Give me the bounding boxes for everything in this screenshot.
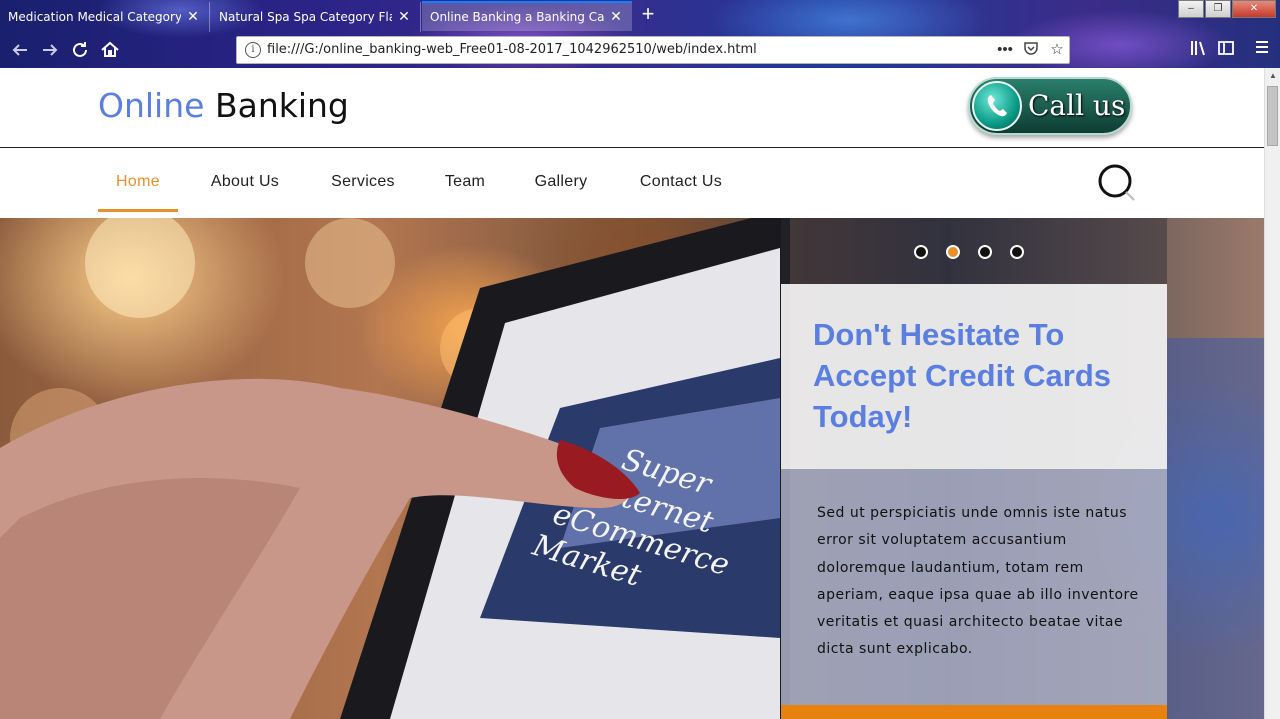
- tab-title: Medication Medical Category Bootstrap Re…: [8, 10, 181, 24]
- url-text[interactable]: file:///G:/online_banking-web_Free01-08-…: [267, 37, 757, 63]
- page-viewport: Online Banking Call us Home About Us Ser…: [0, 68, 1264, 719]
- tab-natural-spa[interactable]: Natural Spa Spa Category Flat Bootstrap …: [211, 2, 421, 32]
- close-tab-icon[interactable]: ✕: [185, 9, 201, 25]
- nav-about-us[interactable]: About Us: [196, 149, 294, 212]
- slider-dot[interactable]: [914, 245, 928, 259]
- nav-home[interactable]: Home: [98, 149, 178, 212]
- bookmark-star-icon[interactable]: ☆: [1047, 40, 1067, 60]
- tab-medication[interactable]: Medication Medical Category Bootstrap Re…: [0, 2, 210, 32]
- sidebar-icon[interactable]: [1214, 38, 1238, 62]
- search-icon[interactable]: [1098, 164, 1136, 202]
- slider-dot[interactable]: [1010, 245, 1024, 259]
- tab-title: Online Banking a Banking Category Flat B…: [430, 10, 604, 24]
- nav-team[interactable]: Team: [432, 149, 498, 212]
- tab-title: Natural Spa Spa Category Flat Bootstrap …: [219, 10, 392, 24]
- browser-chrome: Medication Medical Category Bootstrap Re…: [0, 0, 1280, 68]
- logo-part-banking: Banking: [214, 86, 349, 125]
- active-nav-underline: [98, 209, 178, 212]
- menu-icon[interactable]: [1250, 38, 1274, 62]
- close-tab-icon[interactable]: ✕: [608, 9, 624, 25]
- back-icon[interactable]: [8, 38, 32, 62]
- nav-contact-us[interactable]: Contact Us: [624, 149, 738, 212]
- hero-title: Don't Hesitate To Accept Credit Cards To…: [813, 317, 1112, 434]
- nav-services[interactable]: Services: [316, 149, 410, 212]
- phone-icon: [972, 81, 1022, 131]
- home-icon[interactable]: [98, 38, 122, 62]
- main-nav: Home About Us Services Team Gallery Cont…: [0, 149, 1264, 218]
- caption-accent-bar: [781, 705, 1167, 719]
- page-scrollbar[interactable]: ▲: [1264, 68, 1280, 719]
- call-us-button[interactable]: Call us: [968, 77, 1132, 135]
- close-tab-icon[interactable]: ✕: [396, 9, 412, 25]
- scroll-up-icon[interactable]: ▲: [1265, 68, 1280, 84]
- slider-dot[interactable]: [978, 245, 992, 259]
- info-icon[interactable]: i: [245, 42, 261, 58]
- nav-gallery[interactable]: Gallery: [520, 149, 602, 212]
- minimize-button[interactable]: –: [1178, 0, 1204, 18]
- slider-dots: [914, 245, 1042, 259]
- logo-part-online: Online: [98, 86, 205, 125]
- site-logo[interactable]: Online Banking: [98, 86, 349, 126]
- window-controls: – ❐ ✕: [1177, 0, 1276, 18]
- tab-online-banking[interactable]: Online Banking a Banking Category Flat B…: [422, 1, 632, 31]
- browser-toolbar: i file:///G:/online_banking-web_Free01-0…: [0, 33, 1280, 68]
- address-bar[interactable]: i file:///G:/online_banking-web_Free01-0…: [236, 36, 1070, 64]
- more-icon[interactable]: •••: [995, 40, 1015, 60]
- scrollbar-thumb[interactable]: [1267, 86, 1278, 146]
- hero-body-text: Sed ut perspiciatis unde omnis iste natu…: [817, 505, 1139, 658]
- tab-bar: Medication Medical Category Bootstrap Re…: [0, 0, 1280, 33]
- pocket-icon[interactable]: [1021, 40, 1041, 60]
- new-tab-button[interactable]: +: [636, 3, 660, 27]
- maximize-button[interactable]: ❐: [1205, 0, 1231, 18]
- forward-icon[interactable]: [38, 38, 62, 62]
- slider-dot-active[interactable]: [946, 245, 960, 259]
- site-header: Online Banking Call us: [0, 68, 1264, 148]
- hero-slider: Super Internet eCommerce Market Don't He…: [0, 218, 1264, 719]
- close-window-button[interactable]: ✕: [1232, 0, 1276, 18]
- call-us-label: Call us: [1028, 89, 1126, 122]
- reload-icon[interactable]: [68, 38, 92, 62]
- library-icon[interactable]: [1186, 38, 1210, 62]
